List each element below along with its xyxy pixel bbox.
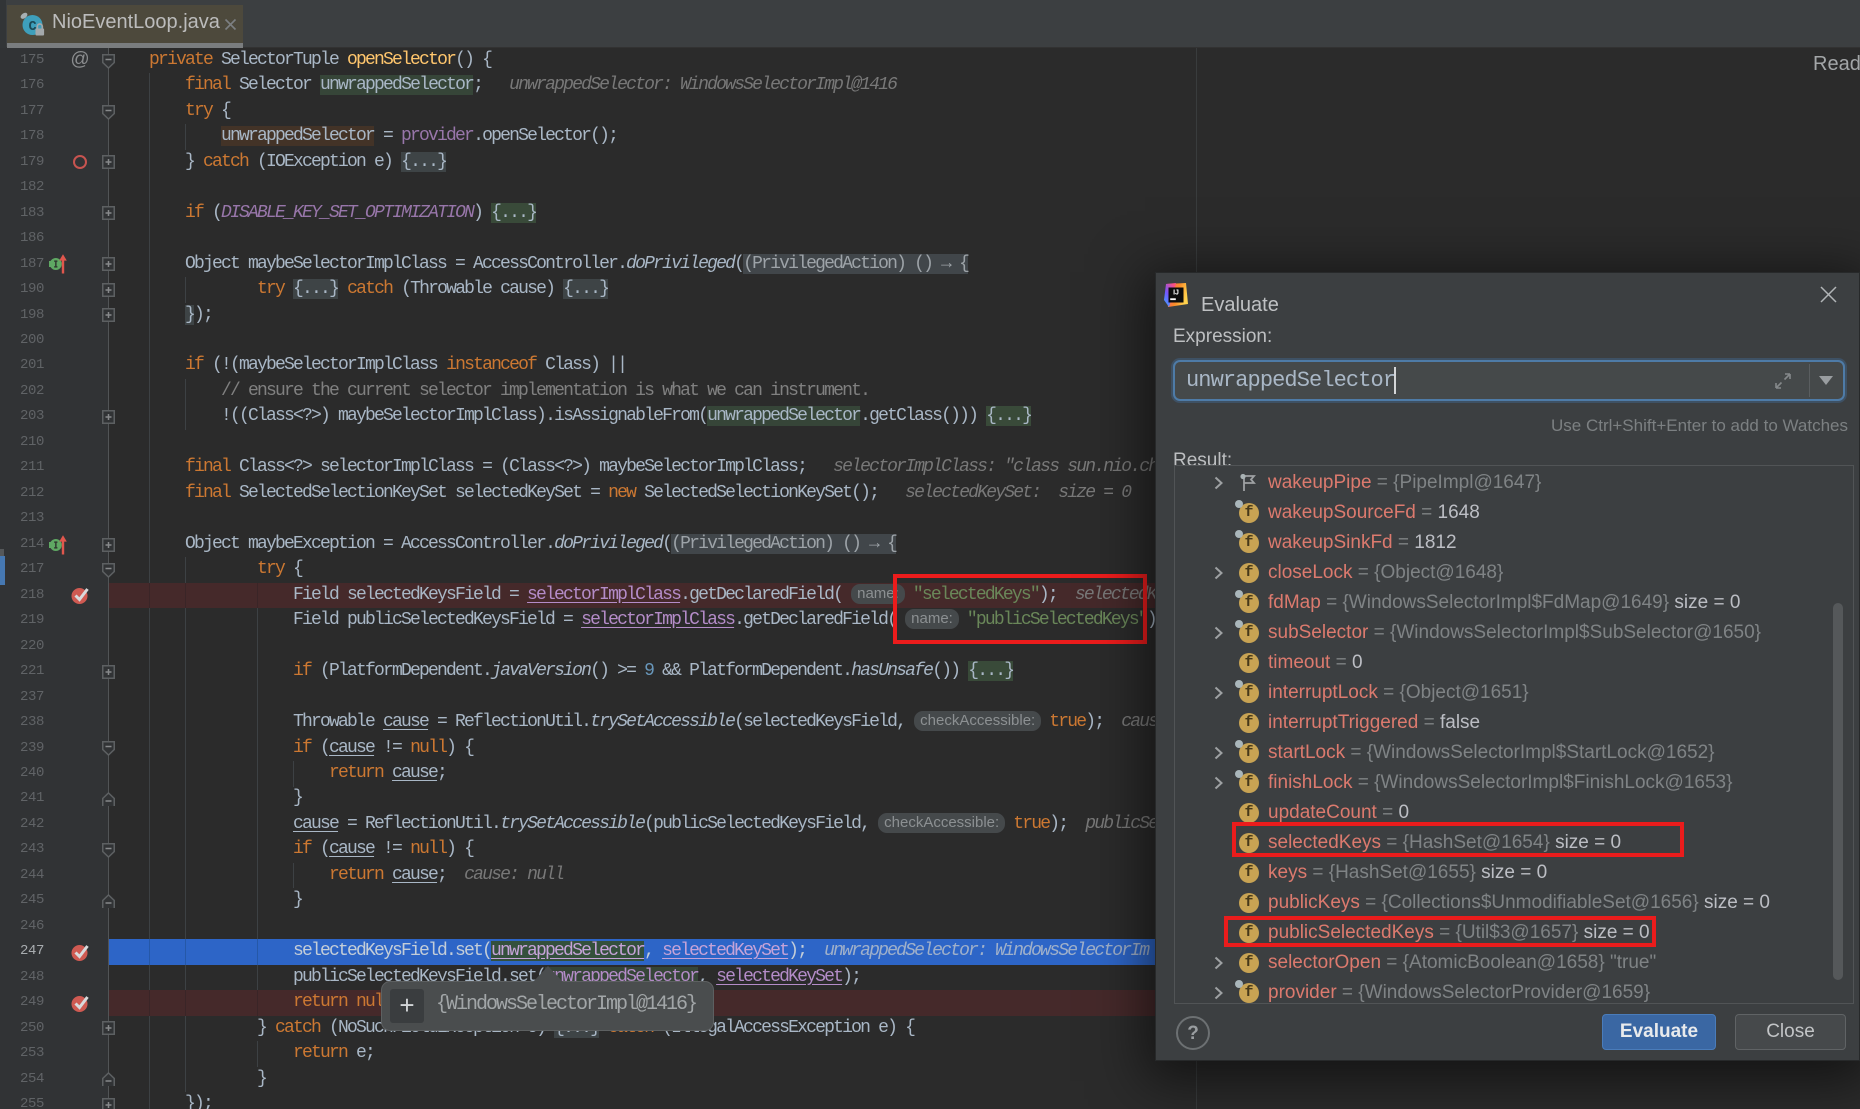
svg-text:IJ: IJ [1173, 290, 1179, 297]
svg-text:C: C [28, 20, 36, 35]
